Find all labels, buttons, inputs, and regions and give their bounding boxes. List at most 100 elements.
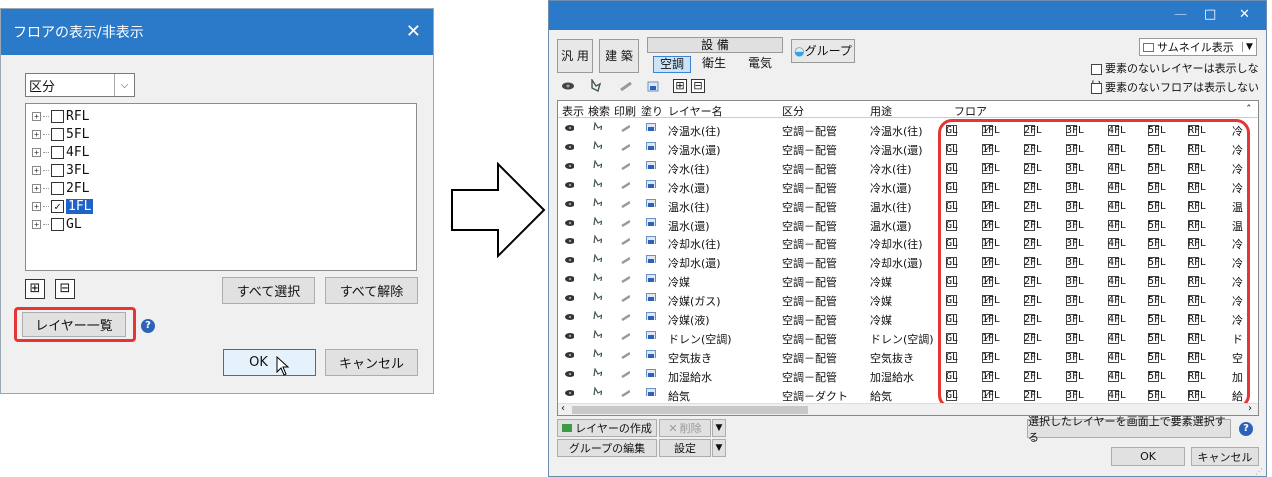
search-pin-icon[interactable] xyxy=(592,254,602,263)
print-brush-icon[interactable] xyxy=(620,275,630,284)
search-pin-icon[interactable] xyxy=(592,178,602,187)
eye-icon[interactable] xyxy=(564,124,574,132)
tab-general[interactable]: 汎 用 xyxy=(557,39,593,73)
eye-icon[interactable] xyxy=(564,200,574,208)
checkbox[interactable]: ✓ xyxy=(51,200,64,213)
print-brush-icon[interactable] xyxy=(620,219,630,227)
checkbox[interactable] xyxy=(51,110,64,123)
header-usage[interactable]: 用途 xyxy=(870,103,892,118)
search-pin-icon[interactable] xyxy=(592,235,602,244)
select-all-button[interactable]: すべて選択 xyxy=(222,277,315,304)
print-brush-icon[interactable] xyxy=(620,370,630,378)
fill-icon[interactable] xyxy=(646,236,656,245)
search-pin-icon[interactable] xyxy=(589,79,603,92)
window-close-button[interactable]: ✕ xyxy=(1239,7,1250,22)
print-brush-icon[interactable] xyxy=(620,181,630,189)
print-brush-icon[interactable] xyxy=(620,313,630,321)
eye-icon[interactable] xyxy=(564,332,574,340)
search-pin-icon[interactable] xyxy=(592,197,602,206)
floor-tree-item[interactable]: +5FL xyxy=(32,126,89,143)
fill-icon[interactable] xyxy=(646,198,656,207)
help-icon[interactable]: ? xyxy=(1239,422,1253,436)
scroll-up-icon[interactable]: ˆ xyxy=(1246,103,1252,117)
search-pin-icon[interactable] xyxy=(592,122,602,130)
eye-icon[interactable] xyxy=(564,370,574,378)
checkbox[interactable] xyxy=(1091,63,1102,75)
checkbox[interactable] xyxy=(51,164,64,177)
floor-tree-item[interactable]: + GL xyxy=(32,216,82,233)
tab-sanitary[interactable]: 衛生 xyxy=(695,56,733,73)
eye-icon[interactable] xyxy=(564,143,574,151)
maximize-button[interactable]: □ xyxy=(1204,7,1216,22)
floor-tree-item[interactable]: +4FL xyxy=(32,144,89,161)
eye-icon[interactable] xyxy=(564,294,574,302)
search-pin-icon[interactable] xyxy=(592,311,602,319)
header-fill[interactable]: 塗り xyxy=(641,103,663,118)
chevron-down-icon[interactable]: ▼ xyxy=(1242,42,1256,52)
print-brush-icon[interactable] xyxy=(620,143,630,151)
header-floor[interactable]: フロア xyxy=(954,103,987,118)
expand-icon[interactable]: + xyxy=(32,130,41,139)
fill-icon[interactable] xyxy=(646,255,656,264)
expand-icon[interactable]: + xyxy=(32,166,41,175)
fill-icon[interactable] xyxy=(646,141,656,150)
floor-tree-item[interactable]: + RFL xyxy=(32,108,89,125)
fill-icon[interactable] xyxy=(646,274,656,283)
tab-building[interactable]: 建 築 xyxy=(599,39,639,73)
floor-tree-item[interactable]: + ✓ 1FL xyxy=(32,198,94,215)
collapse-all-button[interactable]: ⊟ xyxy=(55,279,75,299)
delete-button[interactable]: ✕ 削除 xyxy=(659,419,711,437)
fill-icon[interactable] xyxy=(646,160,656,169)
print-brush-icon[interactable] xyxy=(620,162,630,170)
search-pin-icon[interactable] xyxy=(592,329,602,338)
header-category[interactable]: 区分 xyxy=(782,103,804,118)
eye-icon[interactable] xyxy=(564,313,574,321)
print-brush-icon[interactable] xyxy=(620,256,630,265)
fill-icon[interactable] xyxy=(646,293,656,302)
thumbnail-combo[interactable]: サムネイル表示 ▼ xyxy=(1139,38,1257,56)
tab-hvac[interactable]: 空調 xyxy=(653,56,691,73)
search-pin-icon[interactable] xyxy=(592,367,602,376)
print-brush-icon[interactable] xyxy=(620,294,630,303)
search-pin-icon[interactable] xyxy=(592,216,602,225)
eye-icon[interactable] xyxy=(564,256,574,264)
print-brush-icon[interactable] xyxy=(620,389,630,397)
cancel-button[interactable]: キャンセル xyxy=(325,349,418,376)
print-brush-icon[interactable] xyxy=(620,237,630,246)
header-print[interactable]: 印刷 xyxy=(614,103,636,118)
fill-icon[interactable] xyxy=(646,123,656,131)
search-pin-icon[interactable] xyxy=(592,273,602,282)
eye-icon[interactable] xyxy=(564,162,574,170)
eye-icon[interactable] xyxy=(564,275,574,283)
resize-grip-icon[interactable]: ⋰ xyxy=(1255,467,1263,476)
expand-icon[interactable]: + xyxy=(32,184,41,193)
header-layer-name[interactable]: レイヤー名 xyxy=(668,103,723,118)
search-pin-icon[interactable] xyxy=(592,159,602,168)
edit-group-button[interactable]: グループの編集 xyxy=(557,439,657,457)
expand-icon[interactable]: + xyxy=(32,220,41,229)
eye-icon[interactable] xyxy=(564,389,574,397)
hide-empty-floor-option[interactable]: 要素のないフロアは表示しない xyxy=(1091,79,1259,95)
window-ok-button[interactable]: OK xyxy=(1111,447,1185,466)
floor-tree-item[interactable]: +2FL xyxy=(32,180,89,197)
create-layer-button[interactable]: レイヤーの作成 xyxy=(557,419,657,437)
print-brush-icon[interactable] xyxy=(620,124,630,132)
search-pin-icon[interactable] xyxy=(592,348,602,357)
collapse-all-button[interactable]: ⊟ xyxy=(691,79,705,93)
scrollbar-thumb[interactable] xyxy=(572,406,808,414)
scroll-right-icon[interactable]: › xyxy=(1248,403,1252,414)
checkbox[interactable] xyxy=(51,182,64,195)
settings-dropdown-icon[interactable]: ▼ xyxy=(712,439,726,457)
tab-electric[interactable]: 電気 xyxy=(741,56,779,73)
header-display[interactable]: 表示 xyxy=(562,103,584,118)
print-brush-icon[interactable] xyxy=(619,81,633,91)
fill-icon[interactable] xyxy=(646,312,656,320)
close-icon[interactable]: ✕ xyxy=(406,21,421,42)
scroll-left-icon[interactable]: ‹ xyxy=(561,403,565,414)
help-icon[interactable]: ? xyxy=(141,319,155,333)
fill-icon[interactable] xyxy=(646,387,656,396)
expand-all-button[interactable]: ⊞ xyxy=(25,279,45,299)
expand-icon[interactable]: + xyxy=(32,148,41,157)
fill-icon[interactable] xyxy=(646,179,656,188)
print-brush-icon[interactable] xyxy=(620,332,630,340)
